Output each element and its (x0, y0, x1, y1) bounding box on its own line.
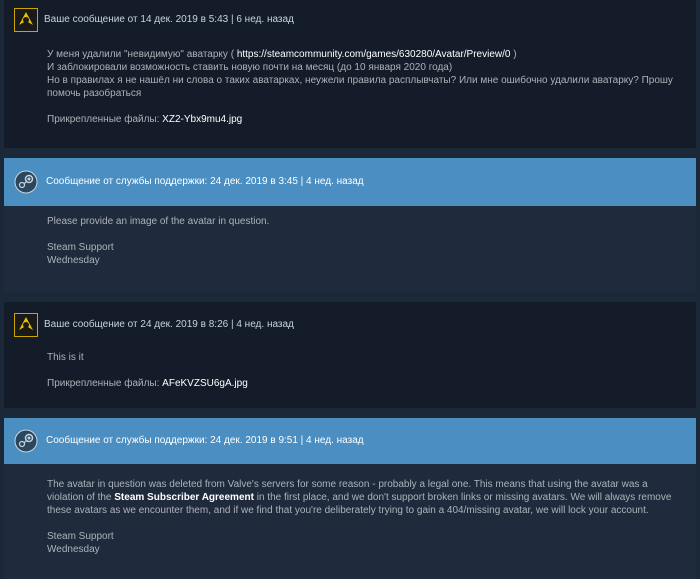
message-header: Ваше сообщение от 24 дек. 2019 в 8:26 | … (4, 302, 696, 348)
message-text: ) (510, 49, 517, 60)
message-header-text: Ваше сообщение от 24 дек. 2019 в 8:26 | … (44, 319, 294, 330)
message-text: violation of the (47, 492, 115, 503)
user-message-1: Ваше сообщение от 14 дек. 2019 в 5:43 | … (4, 0, 696, 148)
signature-name: Steam Support (47, 531, 114, 542)
message-text: these avatars as we encounter them, and … (47, 505, 649, 516)
support-message-1: Сообщение от службы поддержки: 24 дек. 2… (4, 158, 696, 291)
message-body: The avatar in question was deleted from … (4, 464, 696, 556)
user-message-2: Ваше сообщение от 24 дек. 2019 в 8:26 | … (4, 302, 696, 408)
message-header: Ваше сообщение от 14 дек. 2019 в 5:43 | … (4, 0, 696, 40)
message-text: помочь разобраться (47, 88, 142, 99)
message-text: Please provide an image of the avatar in… (47, 216, 270, 227)
message-header: Сообщение от службы поддержки: 24 дек. 2… (4, 158, 696, 206)
message-header-text: Сообщение от службы поддержки: 24 дек. 2… (46, 435, 364, 446)
message-header-text: Сообщение от службы поддержки: 24 дек. 2… (46, 176, 364, 187)
user-avatar-icon[interactable] (14, 8, 38, 32)
message-text: И заблокировали возможность ставить нову… (47, 62, 453, 73)
steam-logo-icon (14, 429, 38, 453)
message-text: У меня удалили "невидимую" аватарку ( (47, 49, 237, 60)
message-body: Please provide an image of the avatar in… (4, 206, 696, 267)
avatar-preview-link[interactable]: https://steamcommunity.com/games/630280/… (237, 49, 511, 60)
ssa-link[interactable]: Steam Subscriber Agreement (114, 492, 254, 503)
message-body: This is it Прикрепленные файлы: AFeKVZSU… (4, 348, 696, 390)
message-header-text: Ваше сообщение от 14 дек. 2019 в 5:43 | … (44, 14, 294, 25)
message-header: Сообщение от службы поддержки: 24 дек. 2… (4, 418, 696, 464)
signature-day: Wednesday (47, 544, 100, 555)
steam-logo-icon (14, 170, 38, 194)
attachment-link[interactable]: XZ2-Ybx9mu4.jpg (162, 114, 242, 125)
attachments-label: Прикрепленные файлы: (47, 378, 163, 389)
message-text: in the first place, and we don't support… (253, 492, 672, 503)
signature-name: Steam Support (47, 242, 114, 253)
support-message-2: Сообщение от службы поддержки: 24 дек. 2… (4, 418, 696, 579)
user-avatar-icon[interactable] (14, 313, 38, 337)
attachment-link[interactable]: AFeKVZSU6gA.jpg (162, 378, 248, 389)
attachments-label: Прикрепленные файлы: (47, 114, 163, 125)
signature-day: Wednesday (47, 255, 100, 266)
message-body: У меня удалили "невидимую" аватарку ( ht… (4, 40, 696, 126)
message-text: This is it (47, 352, 84, 363)
message-text: Но в правилах я не нашёл ни слова о таки… (47, 75, 673, 86)
message-text: The avatar in question was deleted from … (47, 479, 648, 490)
